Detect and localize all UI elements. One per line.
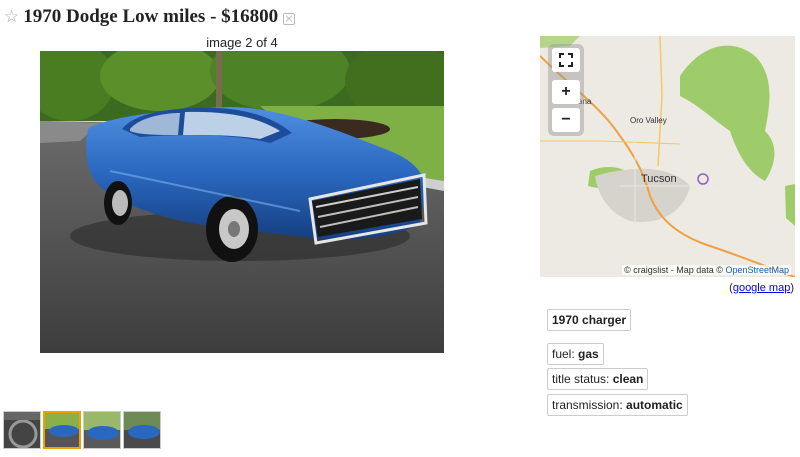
attr-value: gas <box>578 347 599 361</box>
google-map-link[interactable]: google map <box>733 282 791 294</box>
zoom-in-button[interactable]: + <box>552 80 580 104</box>
map-label-oro-valley: Oro Valley <box>630 116 667 125</box>
attr-label: transmission: <box>552 398 627 412</box>
google-map-paren-close: ) <box>790 282 794 294</box>
map-controls: + − <box>548 44 584 136</box>
main-car-image[interactable] <box>40 51 444 353</box>
hide-posting-icon[interactable] <box>283 13 296 25</box>
posting-title-text: 1970 Dodge Low miles - $16800 <box>23 6 279 27</box>
posting-title: ☆ 1970 Dodge Low miles - $16800 <box>4 4 296 30</box>
openstreetmap-link[interactable]: OpenStreetMap <box>725 265 789 275</box>
thumbnail-3[interactable] <box>83 411 121 449</box>
thumbnail-1[interactable] <box>3 411 41 449</box>
map-attribution: © craigslist - Map data © OpenStreetMap <box>622 265 791 275</box>
attr-headline: 1970 charger <box>547 309 632 331</box>
favorite-star-icon[interactable]: ☆ <box>4 7 19 27</box>
map-attribution-text: © craigslist - Map data © <box>624 265 723 275</box>
fullscreen-button[interactable] <box>552 48 580 72</box>
attr-value: automatic <box>626 398 683 412</box>
location-map[interactable]: Tucson Oro Valley ana + − © craigslist -… <box>540 36 795 277</box>
zoom-out-button[interactable]: − <box>552 108 580 132</box>
attr-value: clean <box>612 372 644 386</box>
car-thumbnail <box>84 412 120 448</box>
thumbnail-4[interactable] <box>123 411 161 449</box>
attr-title-status: title status: clean <box>547 368 649 390</box>
attr-transmission: transmission: automatic <box>547 394 688 416</box>
fullscreen-icon <box>559 53 573 67</box>
attr-headline-text: 1970 charger <box>552 313 627 327</box>
thumbnail-2[interactable] <box>43 411 81 449</box>
car-thumbnail <box>45 413 79 447</box>
attr-fuel: fuel: gas <box>547 343 604 365</box>
attr-label: fuel: <box>552 347 579 361</box>
interior-thumbnail <box>4 412 40 448</box>
thumbnail-strip <box>3 411 161 449</box>
image-counter: image 2 of 4 <box>206 35 278 50</box>
car-photo <box>40 51 444 353</box>
google-map-link-wrapper: (google map) <box>729 282 794 294</box>
map-label-tucson: Tucson <box>641 173 677 185</box>
attr-label: title status: <box>552 372 613 386</box>
car-thumbnail <box>124 412 160 448</box>
